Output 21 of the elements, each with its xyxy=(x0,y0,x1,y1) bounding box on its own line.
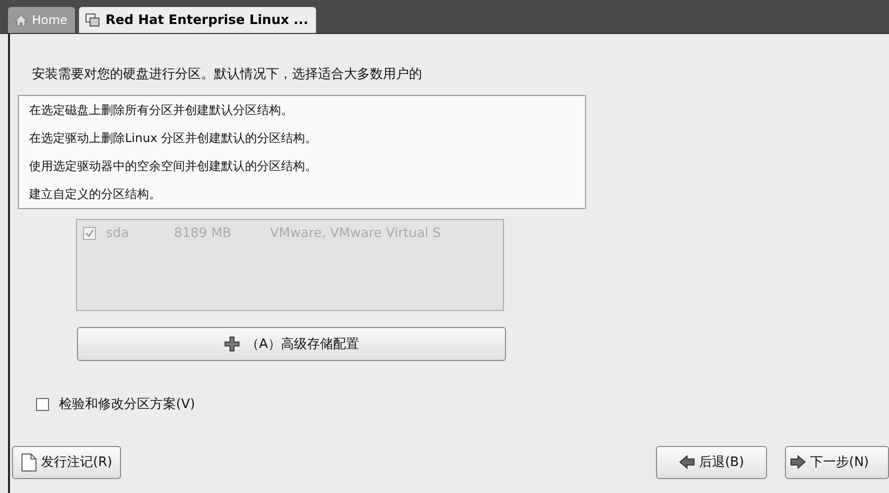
checkbox[interactable] xyxy=(36,398,49,410)
intro-text: 安装需要对您的硬盘进行分区。默认情况下，选择适合大多数用户的 xyxy=(32,66,423,84)
plus-icon xyxy=(224,336,240,352)
computer-icon xyxy=(85,12,102,28)
advanced-storage-button[interactable]: （A）高级存储配置 xyxy=(77,327,506,361)
drive-model: VMware, VMware Virtual S xyxy=(270,226,441,240)
right-arrow-icon xyxy=(790,455,806,469)
tab[interactable]: Red Hat Enterprise Linux ... xyxy=(79,7,316,33)
menu-item[interactable]: 使用选定驱动器中的空余空间并创建默认的分区结构。 xyxy=(19,152,585,180)
footer-button[interactable]: 发行注记(R) xyxy=(12,446,122,478)
left-arrow-icon xyxy=(678,455,695,469)
footer-button[interactable]: 后退(B) xyxy=(656,446,767,478)
checkbox-label: 检验和修改分区方案(V) xyxy=(59,396,196,413)
drive-name: sda xyxy=(106,226,130,240)
drive-size: 8189 MB xyxy=(174,226,232,240)
menu-item[interactable]: 在选定磁盘上删除所有分区并创建默认分区结构。 xyxy=(19,96,585,124)
home-icon xyxy=(14,14,28,26)
menu-item[interactable]: 在选定驱动上删除Linux 分区并创建默认的分区结构。 xyxy=(19,124,585,152)
page-icon xyxy=(21,452,37,472)
menu-item[interactable]: 建立自定义的分区结构。 xyxy=(19,180,585,208)
footer-button[interactable]: 下一步(N) xyxy=(785,446,889,478)
